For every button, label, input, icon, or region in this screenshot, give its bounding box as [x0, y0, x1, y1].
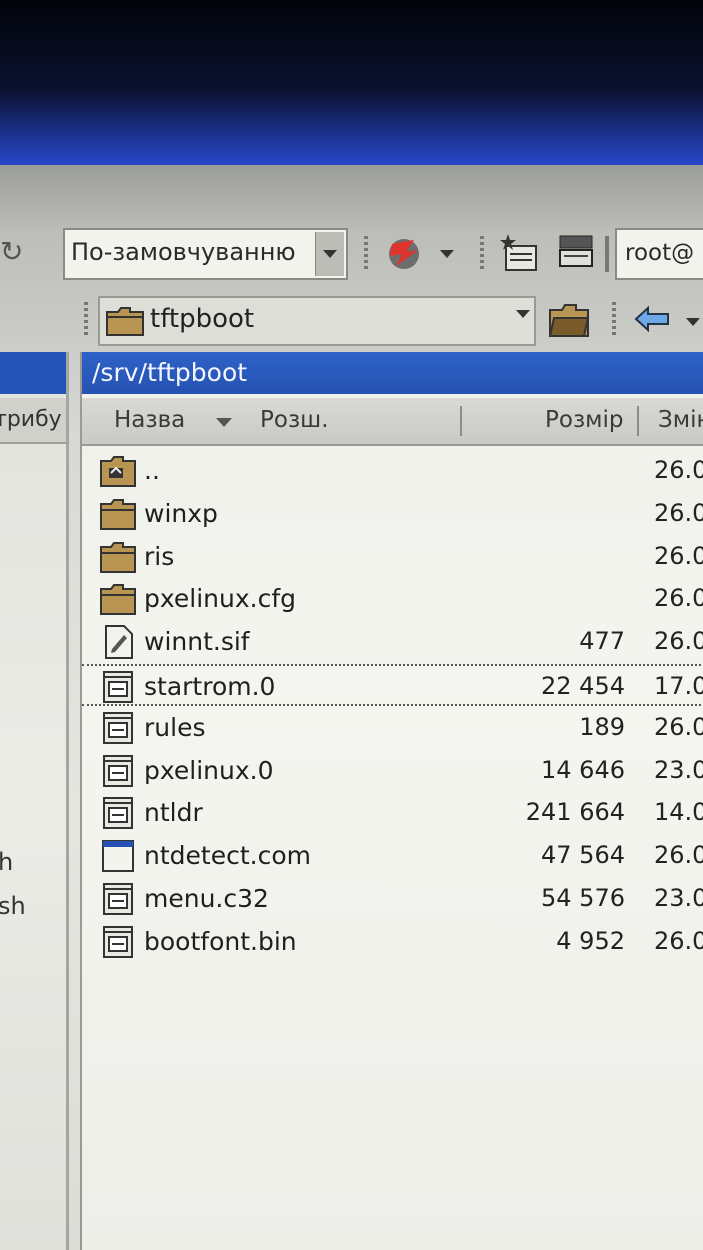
file-name: pxelinux.0: [144, 755, 274, 785]
file-name: ris: [144, 541, 175, 571]
panel-path-bar: /srv/tftpboot: [82, 352, 703, 394]
binary-file-icon: [100, 925, 136, 959]
binary-file-icon: [100, 882, 136, 916]
toolbar-separator: [605, 236, 609, 272]
file-name: startrom.0: [144, 672, 276, 701]
history-icon[interactable]: ↻: [0, 232, 30, 272]
column-divider[interactable]: [637, 406, 639, 436]
column-header-size[interactable]: Розмір: [545, 407, 624, 433]
chevron-down-icon: [323, 250, 337, 258]
column-divider[interactable]: [460, 406, 462, 436]
file-modified-date: 26.0: [654, 584, 703, 613]
file-name: bootfont.bin: [144, 926, 297, 956]
current-folder-combo[interactable]: tftpboot: [98, 296, 536, 346]
file-name: ..: [144, 456, 160, 485]
column-header-row: Назва Розш. Розмір Змін: [82, 398, 703, 446]
file-name: winxp: [144, 498, 218, 528]
file-modified-date: 23.0: [654, 884, 703, 912]
file-name: rules: [144, 712, 206, 742]
file-name: ntldr: [144, 798, 203, 828]
file-row[interactable]: startrom.0 22 454 17.0: [82, 664, 703, 706]
file-row[interactable]: pxelinux.cfg 26.0: [82, 578, 703, 620]
panel-path: /srv/tftpboot: [92, 358, 248, 387]
file-row[interactable]: winnt.sif 477 26.0: [82, 621, 703, 663]
file-size: 241 664: [525, 798, 625, 827]
file-row[interactable]: ntldr 241 664 14.0: [82, 792, 703, 834]
column-header-name[interactable]: Назва: [114, 407, 185, 433]
folder-icon: [106, 307, 144, 336]
file-modified-date: 17.0: [654, 672, 703, 700]
binary-file-icon: [100, 796, 136, 830]
refresh-dropdown-icon[interactable]: [440, 250, 454, 258]
executable-file-icon: [100, 839, 136, 873]
sort-descending-icon: [216, 418, 232, 427]
toolbar-separator: [480, 236, 484, 272]
file-size: 22 454: [541, 672, 625, 700]
file-modified-date: 26.0: [654, 712, 703, 741]
new-file-icon[interactable]: [500, 232, 540, 272]
file-size: 189: [579, 712, 625, 741]
parent-folder-icon: [100, 454, 136, 488]
toolbar-separator: [364, 236, 368, 272]
file-name: menu.c32: [144, 884, 269, 913]
file-size: 54 576: [541, 884, 625, 912]
copy-icon[interactable]: [556, 234, 596, 270]
view-mode-value: По-замовчуванню: [71, 238, 296, 266]
folder-icon: [100, 582, 136, 616]
left-panel-path-bar: [0, 352, 66, 394]
view-mode-dropdown-button[interactable]: [315, 232, 344, 276]
right-panel: /srv/tftpboot Назва Розш. Розмір Змін ..…: [80, 352, 703, 1250]
list-item[interactable]: h: [0, 848, 13, 876]
file-modified-date: 26.0: [654, 926, 703, 955]
refresh-icon[interactable]: [384, 230, 424, 274]
connection-field[interactable]: root@: [615, 228, 703, 280]
list-item[interactable]: sh: [0, 892, 26, 920]
toolbar-separator: [84, 302, 88, 338]
file-modified-date: 23.0: [654, 755, 703, 784]
file-row[interactable]: winxp 26.0: [82, 493, 703, 535]
left-panel: трибу h sh: [0, 352, 69, 1250]
column-header-modified[interactable]: Змін: [658, 407, 703, 433]
back-dropdown-icon[interactable]: [686, 318, 700, 326]
file-name: winnt.sif: [144, 627, 250, 657]
file-row[interactable]: .. 26.0: [82, 450, 703, 492]
binary-file-icon: [100, 754, 136, 788]
file-modified-date: 26.0: [654, 456, 703, 484]
file-size: 47 564: [541, 841, 625, 870]
chevron-down-icon[interactable]: [516, 310, 530, 318]
column-header-extension[interactable]: Розш.: [260, 407, 329, 433]
folder-icon: [100, 497, 136, 531]
file-row[interactable]: pxelinux.0 14 646 23.0: [82, 750, 703, 792]
file-name: pxelinux.cfg: [144, 584, 297, 614]
toolbar-separator: [612, 302, 616, 338]
monitor-bezel-background: [0, 0, 703, 165]
binary-file-icon: [100, 711, 136, 745]
binary-file-icon: [100, 670, 136, 704]
file-row[interactable]: ris 26.0: [82, 536, 703, 578]
file-row[interactable]: menu.c32 54 576 23.0: [82, 878, 703, 920]
connection-value: root@: [625, 240, 695, 266]
file-size: 14 646: [541, 755, 625, 784]
current-folder-name: tftpboot: [150, 304, 255, 334]
file-row[interactable]: rules 189 26.0: [82, 707, 703, 749]
file-row[interactable]: ntdetect.com 47 564 26.0: [82, 835, 703, 877]
view-mode-select[interactable]: По-замовчуванню: [63, 228, 348, 280]
left-panel-column-header[interactable]: трибу: [0, 398, 66, 444]
back-arrow-icon[interactable]: [634, 306, 670, 332]
file-size: 477: [579, 627, 625, 656]
file-modified-date: 26.0: [654, 841, 703, 870]
file-modified-date: 26.0: [654, 541, 703, 570]
text-file-icon: [100, 625, 136, 660]
file-modified-date: 26.0: [654, 627, 703, 656]
file-size: 4 952: [556, 926, 625, 955]
file-row[interactable]: bootfont.bin 4 952 26.0: [82, 921, 703, 963]
file-modified-date: 26.0: [654, 498, 703, 527]
file-name: ntdetect.com: [144, 841, 311, 871]
file-modified-date: 14.0: [654, 798, 703, 827]
folder-icon: [100, 540, 136, 574]
open-folder-icon[interactable]: [548, 302, 590, 338]
